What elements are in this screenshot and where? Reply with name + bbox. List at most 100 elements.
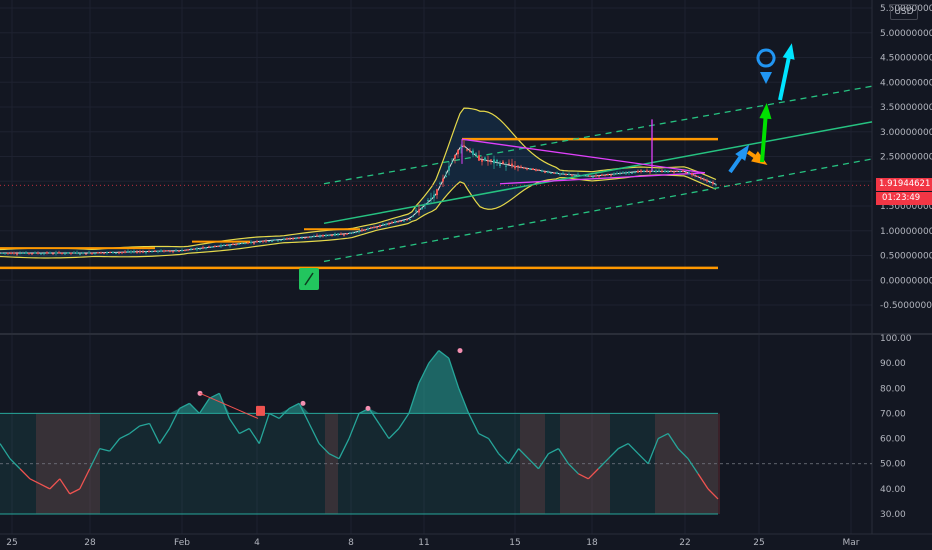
candle-body <box>19 253 21 255</box>
currency-badge[interactable]: USD <box>890 4 918 20</box>
candle-body <box>406 219 408 221</box>
candle-body <box>568 174 570 176</box>
candle-body <box>307 236 309 238</box>
candle-body <box>394 221 396 224</box>
candle-body <box>112 251 114 254</box>
candle-body <box>328 234 330 236</box>
candle-body <box>121 252 123 254</box>
candle-body <box>694 174 696 176</box>
candle-body <box>361 229 363 231</box>
candle-body <box>52 253 54 255</box>
rsi-y-tick-label: 50.00 <box>880 460 906 470</box>
candle-body <box>652 170 654 172</box>
candle-body <box>100 252 102 254</box>
rsi-pivot-marker <box>457 348 463 354</box>
candle-body <box>214 245 216 247</box>
candle-body <box>697 175 699 177</box>
candle-body <box>421 207 423 210</box>
y-tick-label: 4.00000000 <box>880 78 932 88</box>
candle-body <box>646 170 648 172</box>
x-tick-label: 15 <box>509 538 520 548</box>
candle-body <box>40 253 42 255</box>
candle-body <box>85 253 87 255</box>
candle-body <box>292 238 294 240</box>
candle-body <box>586 175 588 177</box>
candle-body <box>46 252 48 254</box>
candle-body <box>352 232 354 234</box>
candle-body <box>448 166 450 171</box>
candle-body <box>640 170 642 172</box>
candle-body <box>289 238 291 240</box>
candle-body <box>616 172 618 174</box>
candle-body <box>136 251 138 253</box>
candle-body <box>667 171 669 173</box>
candle-body <box>358 231 360 233</box>
y-tick-label: 5.00000000 <box>880 29 932 39</box>
candle-body <box>376 226 378 228</box>
moving-average-line <box>0 145 717 254</box>
candle-body <box>205 247 207 249</box>
candle-body <box>442 178 444 182</box>
candle-body <box>367 228 369 230</box>
candle-body <box>202 247 204 249</box>
candle-body <box>118 252 120 254</box>
rsi-y-tick-label: 90.00 <box>880 359 906 369</box>
candle-body <box>472 150 474 155</box>
candle-body <box>526 168 528 170</box>
candle-body <box>424 204 426 206</box>
candle-body <box>490 159 492 161</box>
candle-body <box>301 237 303 239</box>
candle-body <box>154 250 156 252</box>
candle-body <box>256 240 258 242</box>
candle-body <box>94 253 96 255</box>
candle-body <box>592 176 594 178</box>
candle-body <box>283 238 285 240</box>
candle-body <box>517 165 519 167</box>
candle-body <box>4 253 6 255</box>
y-tick-label: 0.50000000 <box>880 252 932 262</box>
candle-body <box>454 155 456 159</box>
candle-body <box>700 178 702 180</box>
candle-body <box>130 251 132 253</box>
candle-body <box>418 209 420 213</box>
forecast-arrow-green <box>760 111 768 163</box>
candle-body <box>550 172 552 174</box>
candle-body <box>34 252 36 254</box>
x-tick-label: 25 <box>753 538 764 548</box>
candle-body <box>247 242 249 244</box>
candle-body <box>184 250 186 252</box>
candle-body <box>304 237 306 239</box>
candle-body <box>139 251 141 253</box>
forecast-arrow-cyan-head <box>782 43 795 60</box>
candle-body <box>466 149 468 151</box>
candle-body <box>106 252 108 254</box>
candle-body <box>88 252 90 254</box>
candle-body <box>703 179 705 181</box>
rsi-y-tick-label: 60.00 <box>880 435 906 445</box>
candle-body <box>604 175 606 177</box>
y-tick-label: 1.00000000 <box>880 227 932 237</box>
x-tick-label: 8 <box>348 538 354 548</box>
candle-body <box>598 175 600 177</box>
candle-body <box>676 170 678 172</box>
candle-body <box>31 253 33 255</box>
map-pin-icon <box>756 48 776 68</box>
candle-body <box>427 200 429 202</box>
candle-body <box>163 250 165 252</box>
candle-body <box>286 238 288 240</box>
candle-body <box>523 167 525 169</box>
candle-body <box>634 172 636 174</box>
candle-body <box>589 175 591 177</box>
rsi-y-tick-label: 30.00 <box>880 510 906 520</box>
price-chart[interactable]: 25 28 Feb 4 8 11 15 18 22 25 Mar5.500000005.000000… <box>0 0 932 550</box>
candle-body <box>226 244 228 246</box>
candle-body <box>148 251 150 253</box>
candle-body <box>409 219 411 221</box>
candle-body <box>298 237 300 239</box>
candle-body <box>64 253 66 255</box>
candle-body <box>457 150 459 155</box>
candle-body <box>82 252 84 254</box>
candle-body <box>337 233 339 235</box>
candle-body <box>151 251 153 253</box>
x-tick-label: 4 <box>254 538 260 548</box>
